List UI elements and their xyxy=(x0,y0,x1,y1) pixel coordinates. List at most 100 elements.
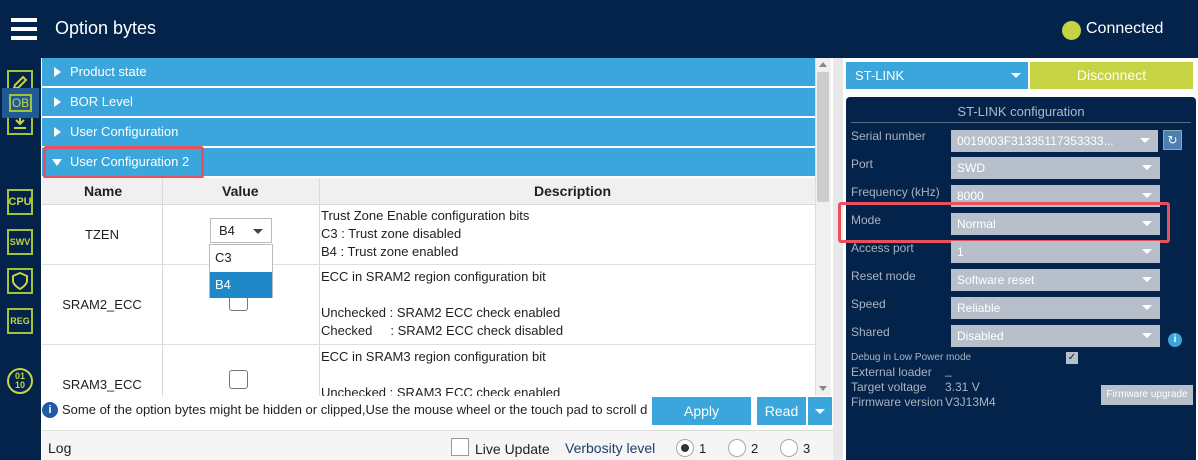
debug-low-power-checkbox[interactable]: ✓ xyxy=(1066,352,1078,364)
serial-number-select[interactable]: 0019003F31335117353333... xyxy=(951,130,1158,152)
column-header-value: Value xyxy=(222,183,259,199)
reg-icon[interactable]: REG xyxy=(7,308,33,334)
access-port-select[interactable]: 1 xyxy=(951,241,1160,263)
speed-label: Speed xyxy=(851,297,886,311)
disconnect-button[interactable]: Disconnect xyxy=(1030,62,1193,89)
page-title: Option bytes xyxy=(55,18,157,38)
firmware-version-label: Firmware version xyxy=(851,395,944,409)
chevron-down-icon xyxy=(1140,138,1150,143)
column-header-name: Name xyxy=(84,183,123,199)
row-name-tzen: TZEN xyxy=(85,227,119,242)
verbosity-label-2: 2 xyxy=(751,441,759,456)
swv-icon[interactable]: SWV xyxy=(7,229,33,255)
firmware-upgrade-button[interactable]: Firmware upgrade xyxy=(1101,385,1193,405)
chevron-right-icon xyxy=(54,127,61,137)
sidebar-item-label: OB xyxy=(8,94,33,112)
title-bar xyxy=(0,0,1198,58)
verbosity-radio-2[interactable] xyxy=(728,439,746,457)
chevron-down-icon xyxy=(1142,333,1152,338)
external-loader-value: _ xyxy=(945,363,952,377)
chevron-down-icon xyxy=(1142,277,1152,282)
log-bar xyxy=(42,430,833,460)
chevron-right-icon xyxy=(54,67,61,77)
verbosity-label-3: 3 xyxy=(803,441,811,456)
chevron-down-icon xyxy=(1011,73,1021,78)
read-options-button[interactable] xyxy=(808,397,832,425)
row-description-sram3-ecc: ECC in SRAM3 region configuration bit Un… xyxy=(321,349,561,396)
frequency-label: Frequency (kHz) xyxy=(851,185,940,199)
field-value: Software reset xyxy=(957,273,1035,287)
chevron-down-icon xyxy=(1142,305,1152,310)
shared-select[interactable]: Disabled xyxy=(951,325,1160,347)
serial-number-label: Serial number xyxy=(851,129,926,143)
info-icon[interactable]: i xyxy=(1168,333,1182,347)
row-description-sram2-ecc: ECC in SRAM2 region configuration bit Un… xyxy=(321,269,564,338)
section-label: User Configuration xyxy=(70,124,179,139)
row-divider xyxy=(42,344,815,345)
interface-select[interactable]: ST-LINK xyxy=(846,62,1028,89)
log-label: Log xyxy=(48,440,72,456)
highlight-box xyxy=(838,202,1170,243)
chevron-down-icon xyxy=(1142,249,1152,254)
verbosity-radio-3[interactable] xyxy=(780,439,798,457)
field-value: 8000 xyxy=(957,189,984,203)
chevron-down-icon xyxy=(1142,193,1152,198)
row-description-tzen: Trust Zone Enable configuration bits C3 … xyxy=(321,208,530,259)
connection-status-icon xyxy=(1062,21,1081,40)
field-value: 1 xyxy=(957,245,964,259)
field-value: Disabled xyxy=(957,329,1004,343)
tzen-value-select[interactable]: B4 xyxy=(210,218,272,243)
verbosity-radio-1[interactable] xyxy=(676,439,694,457)
read-button[interactable]: Read xyxy=(757,397,806,425)
refresh-icon[interactable]: ↻ xyxy=(1163,130,1182,150)
binary-icon[interactable]: 01 10 xyxy=(7,368,33,394)
reset-mode-select[interactable]: Software reset xyxy=(951,269,1160,291)
chevron-down-icon xyxy=(253,229,263,234)
chevron-right-icon xyxy=(54,97,61,107)
divider xyxy=(851,122,1191,123)
section-label: Product state xyxy=(70,64,147,79)
hamburger-menu-icon[interactable] xyxy=(11,18,37,40)
port-label: Port xyxy=(851,157,874,171)
field-value: 0019003F31335117353333... xyxy=(957,134,1114,148)
verbosity-label: Verbosity level xyxy=(565,440,656,456)
panel-splitter[interactable] xyxy=(833,58,843,460)
port-select[interactable]: SWD xyxy=(951,157,1160,179)
section-user-configuration[interactable]: User Configuration xyxy=(42,118,815,146)
debug-low-power-label: Debug in Low Power mode xyxy=(851,352,972,363)
section-label: BOR Level xyxy=(70,94,133,109)
shield-icon[interactable] xyxy=(7,268,33,294)
scroll-up-icon[interactable] xyxy=(819,62,827,67)
live-update-checkbox[interactable] xyxy=(451,438,469,456)
speed-select[interactable]: Reliable xyxy=(951,297,1160,319)
firmware-version-value: V3J13M4 xyxy=(945,395,996,409)
scroll-down-icon[interactable] xyxy=(819,386,827,391)
cpu-icon[interactable]: CPU xyxy=(7,189,33,215)
sram3-ecc-checkbox[interactable] xyxy=(229,370,248,389)
sidebar-item-label: CPU xyxy=(8,196,32,208)
dropdown-option-b4[interactable]: B4 xyxy=(210,272,272,298)
apply-button[interactable]: Apply xyxy=(652,397,751,425)
reset-mode-label: Reset mode xyxy=(851,269,916,283)
sidebar-item-label: REG xyxy=(10,316,30,326)
chevron-down-icon xyxy=(815,409,825,414)
scrollbar-thumb[interactable] xyxy=(817,72,829,202)
row-name-sram3-ecc: SRAM3_ECC xyxy=(62,377,142,392)
interface-value: ST-LINK xyxy=(855,68,905,83)
dropdown-option-c3[interactable]: C3 xyxy=(210,245,272,271)
column-header-description: Description xyxy=(534,183,612,199)
column-divider xyxy=(319,178,320,396)
row-divider xyxy=(42,264,815,265)
config-title: ST-LINK configuration xyxy=(957,104,1085,119)
section-bor-level[interactable]: BOR Level xyxy=(42,88,815,116)
shared-label: Shared xyxy=(851,325,890,339)
field-value: Reliable xyxy=(957,301,1001,315)
verbosity-label-1: 1 xyxy=(699,441,707,456)
highlight-box xyxy=(43,146,204,179)
target-voltage-label: Target voltage xyxy=(851,380,927,394)
info-message: Some of the option bytes might be hidden… xyxy=(62,402,648,417)
section-product-state[interactable]: Product state xyxy=(42,58,815,86)
info-icon: i xyxy=(42,402,58,418)
ob-icon[interactable]: OB xyxy=(2,88,39,118)
external-loader-label: External loader xyxy=(851,365,932,379)
